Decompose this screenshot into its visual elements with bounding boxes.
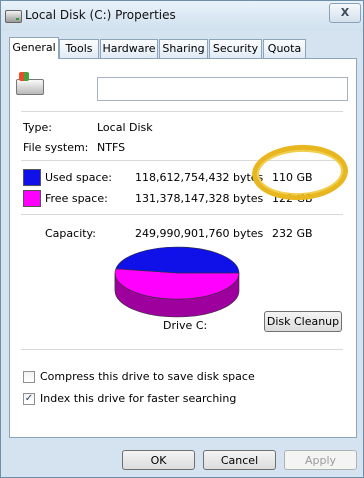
compress-label: Compress this drive to save disk space xyxy=(40,370,255,383)
tab-strip: General Tools Hardware Sharing Security … xyxy=(9,37,359,59)
type-value: Local Disk xyxy=(97,121,153,134)
index-checkbox[interactable]: ✓ xyxy=(23,393,35,405)
ok-button[interactable]: OK xyxy=(122,450,195,470)
windows-logo-icon xyxy=(19,72,29,81)
used-space-label: Used space: xyxy=(45,171,113,184)
type-label: Type: xyxy=(23,121,52,134)
compress-checkbox[interactable] xyxy=(23,371,35,383)
tab-general[interactable]: General xyxy=(9,37,59,59)
properties-window: Local Disk (C:) Properties X General Too… xyxy=(0,0,364,478)
used-space-swatch xyxy=(23,169,41,186)
free-space-bytes: 131,378,147,328 bytes xyxy=(135,192,264,205)
disk-cleanup-button[interactable]: Disk Cleanup xyxy=(264,311,342,332)
disk-usage-pie xyxy=(114,246,240,318)
volume-name-input[interactable] xyxy=(97,77,348,101)
drive-label: Drive C: xyxy=(163,319,208,332)
free-space-swatch xyxy=(23,190,41,207)
capacity-label: Capacity: xyxy=(45,227,96,240)
apply-button[interactable]: Apply xyxy=(284,450,357,470)
tab-tools[interactable]: Tools xyxy=(59,39,99,58)
title-bar: Local Disk (C:) Properties X xyxy=(1,1,363,31)
used-space-bytes: 118,612,754,432 bytes xyxy=(135,171,264,184)
cancel-button[interactable]: Cancel xyxy=(203,450,276,470)
tab-hardware[interactable]: Hardware xyxy=(100,39,158,58)
index-label: Index this drive for faster searching xyxy=(40,392,237,405)
capacity-size: 232 GB xyxy=(272,227,313,240)
filesystem-value: NTFS xyxy=(97,141,126,154)
window-title: Local Disk (C:) Properties xyxy=(25,8,176,22)
close-button[interactable]: X xyxy=(329,3,361,23)
capacity-bytes: 249,990,901,760 bytes xyxy=(135,227,264,240)
drive-icon xyxy=(5,10,22,23)
divider xyxy=(21,111,343,112)
divider xyxy=(21,214,343,215)
tab-quota[interactable]: Quota xyxy=(263,39,306,58)
divider xyxy=(21,349,343,350)
drive-icon xyxy=(16,72,44,95)
filesystem-label: File system: xyxy=(23,141,89,154)
tab-sharing[interactable]: Sharing xyxy=(159,39,208,58)
tab-security[interactable]: Security xyxy=(209,39,262,58)
free-space-label: Free space: xyxy=(45,192,108,205)
pie-used-slice xyxy=(115,246,240,274)
